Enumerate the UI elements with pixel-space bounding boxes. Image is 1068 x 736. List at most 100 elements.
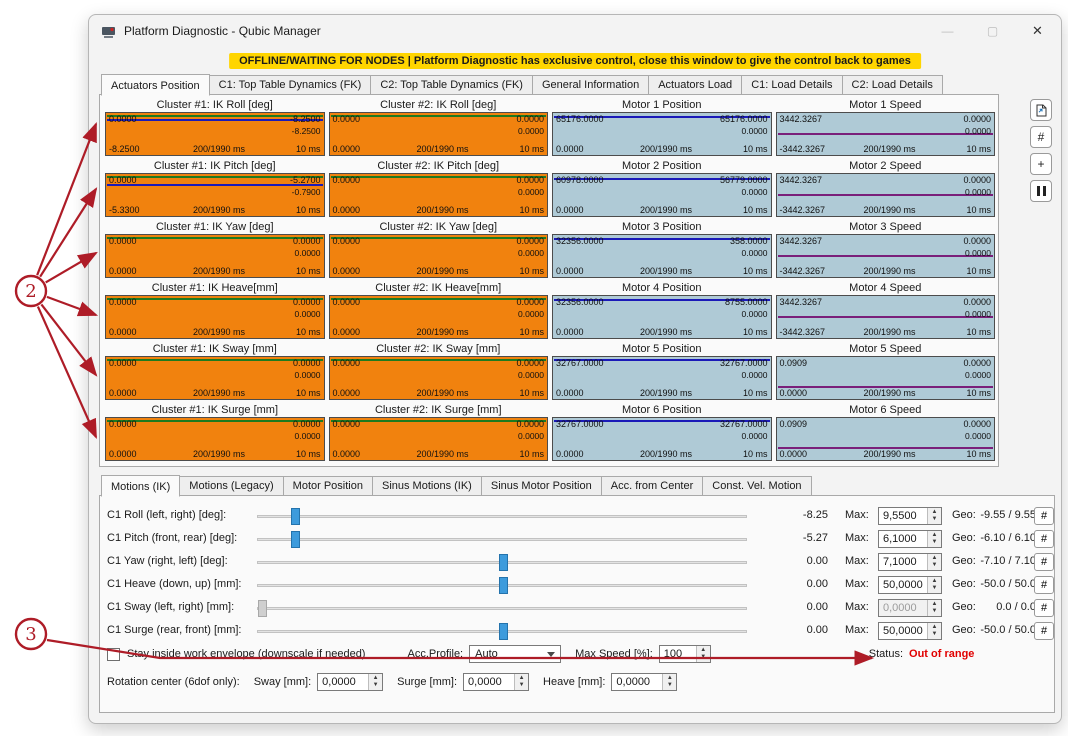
tab-motions-legacy[interactable]: Motions (Legacy) (179, 476, 283, 496)
slider-thumb[interactable] (258, 600, 267, 617)
tab-const-vel-motion[interactable]: Const. Vel. Motion (702, 476, 811, 496)
tab-actuators-position[interactable]: Actuators Position (101, 74, 210, 96)
plot-panel-motor-1-position[interactable]: 65176.000065176.00000.00000.0000200/1990… (552, 112, 772, 156)
spinner-up-icon[interactable]: ▲ (932, 579, 938, 584)
export-report-button[interactable] (1030, 99, 1052, 121)
rotation-spinner-sway-mm[interactable]: 0,0000▲▼ (317, 673, 383, 691)
plot-panel-cluster-2-ik-surge-mm[interactable]: 0.00000.00000.00000.0000200/1990 ms10 ms (329, 417, 549, 461)
spinner-up-icon[interactable]: ▲ (667, 676, 673, 681)
slider-thumb[interactable] (291, 531, 300, 548)
hash-button[interactable]: # (1034, 576, 1054, 594)
tab-c1-load-details[interactable]: C1: Load Details (741, 75, 842, 95)
tab-c2-top-table-dynamics-fk[interactable]: C2: Top Table Dynamics (FK) (370, 75, 533, 95)
spinner-down-icon[interactable]: ▼ (932, 609, 938, 614)
spinner-arrows[interactable]: ▲▼ (927, 600, 941, 616)
plot-panel-motor-6-speed[interactable]: 0.09090.00000.00000.0000200/1990 ms10 ms (776, 417, 996, 461)
spinner-up-icon[interactable]: ▲ (700, 648, 706, 653)
pause-button[interactable] (1030, 180, 1052, 202)
spinner-up-icon[interactable]: ▲ (519, 676, 525, 681)
hash-button[interactable]: # (1034, 553, 1054, 571)
spinner-down-icon[interactable]: ▼ (932, 517, 938, 522)
slider-thumb[interactable] (291, 508, 300, 525)
spinner-arrows[interactable]: ▲▼ (368, 674, 382, 690)
slider-thumb[interactable] (499, 623, 508, 640)
plot-panel-cluster-1-ik-heave-mm[interactable]: 0.00000.00000.00000.0000200/1990 ms10 ms (105, 295, 325, 339)
slider-track[interactable] (257, 538, 747, 541)
hash-button[interactable]: # (1034, 599, 1054, 617)
tab-acc-from-center[interactable]: Acc. from Center (601, 476, 704, 496)
plot-panel-cluster-1-ik-surge-mm[interactable]: 0.00000.00000.00000.0000200/1990 ms10 ms (105, 417, 325, 461)
plot-panel-motor-3-position[interactable]: 32356.0000358.00000.00000.0000200/1990 m… (552, 234, 772, 278)
max-spinner[interactable]: 0,0000▲▼ (878, 599, 942, 617)
spinner-arrows[interactable]: ▲▼ (662, 674, 676, 690)
spinner-arrows[interactable]: ▲▼ (696, 646, 710, 662)
max-spinner[interactable]: 9,5500▲▼ (878, 507, 942, 525)
slider-track[interactable] (257, 561, 747, 564)
slider-track[interactable] (257, 515, 747, 518)
spinner-down-icon[interactable]: ▼ (373, 683, 379, 688)
spinner-arrows[interactable]: ▲▼ (927, 508, 941, 524)
add-toolbar-button[interactable]: + (1030, 153, 1052, 175)
plot-panel-cluster-2-ik-pitch-deg[interactable]: 0.00000.00000.00000.0000200/1990 ms10 ms (329, 173, 549, 217)
spinner-down-icon[interactable]: ▼ (932, 632, 938, 637)
plot-panel-motor-4-speed[interactable]: 3442.32670.00000.0000-3442.3267200/1990 … (776, 295, 996, 339)
plot-panel-cluster-1-ik-yaw-deg[interactable]: 0.00000.00000.00000.0000200/1990 ms10 ms (105, 234, 325, 278)
max-spinner[interactable]: 50,0000▲▼ (878, 576, 942, 594)
spinner-up-icon[interactable]: ▲ (932, 510, 938, 515)
work-envelope-checkbox[interactable] (107, 648, 120, 661)
tab-general-information[interactable]: General Information (532, 75, 649, 95)
rotation-spinner-heave-mm[interactable]: 0,0000▲▼ (611, 673, 677, 691)
slider-track[interactable] (257, 607, 747, 610)
plot-panel-cluster-2-ik-yaw-deg[interactable]: 0.00000.00000.00000.0000200/1990 ms10 ms (329, 234, 549, 278)
tab-c2-load-details[interactable]: C2: Load Details (842, 75, 943, 95)
plot-panel-cluster-1-ik-roll-deg[interactable]: 0.0000-8.2500-8.2500-8.2500200/1990 ms10… (105, 112, 325, 156)
tab-sinus-motor-position[interactable]: Sinus Motor Position (481, 476, 602, 496)
plot-panel-motor-3-speed[interactable]: 3442.32670.00000.0000-3442.3267200/1990 … (776, 234, 996, 278)
plot-panel-motor-6-position[interactable]: 32767.000032767.00000.00000.0000200/1990… (552, 417, 772, 461)
tab-actuators-load[interactable]: Actuators Load (648, 75, 742, 95)
spinner-down-icon[interactable]: ▼ (932, 586, 938, 591)
tab-motions-ik[interactable]: Motions (IK) (101, 475, 180, 497)
max-spinner[interactable]: 7,1000▲▼ (878, 553, 942, 571)
plot-panel-motor-5-speed[interactable]: 0.09090.00000.00000.0000200/1990 ms10 ms (776, 356, 996, 400)
spinner-arrows[interactable]: ▲▼ (927, 554, 941, 570)
spinner-down-icon[interactable]: ▼ (932, 540, 938, 545)
spinner-down-icon[interactable]: ▼ (519, 683, 525, 688)
spinner-arrows[interactable]: ▲▼ (927, 531, 941, 547)
slider-thumb[interactable] (499, 577, 508, 594)
spinner-down-icon[interactable]: ▼ (932, 563, 938, 568)
slider-thumb[interactable] (499, 554, 508, 571)
close-button[interactable]: ✕ (1015, 16, 1060, 46)
minimize-button[interactable]: — (925, 16, 970, 46)
tab-motor-position[interactable]: Motor Position (283, 476, 373, 496)
plot-panel-cluster-2-ik-sway-mm[interactable]: 0.00000.00000.00000.0000200/1990 ms10 ms (329, 356, 549, 400)
tab-sinus-motions-ik[interactable]: Sinus Motions (IK) (372, 476, 482, 496)
hash-button[interactable]: # (1034, 507, 1054, 525)
plot-panel-cluster-2-ik-heave-mm[interactable]: 0.00000.00000.00000.0000200/1990 ms10 ms (329, 295, 549, 339)
spinner-down-icon[interactable]: ▼ (700, 655, 706, 660)
plot-panel-cluster-2-ik-roll-deg[interactable]: 0.00000.00000.00000.0000200/1990 ms10 ms (329, 112, 549, 156)
spinner-arrows[interactable]: ▲▼ (514, 674, 528, 690)
max-spinner[interactable]: 6,1000▲▼ (878, 530, 942, 548)
hash-toolbar-button[interactable]: # (1030, 126, 1052, 148)
spinner-up-icon[interactable]: ▲ (932, 625, 938, 630)
acc-profile-select[interactable]: Auto (469, 645, 561, 663)
slider-track[interactable] (257, 584, 747, 587)
max-speed-spinner[interactable]: 100 ▲▼ (659, 645, 711, 663)
tab-c1-top-table-dynamics-fk[interactable]: C1: Top Table Dynamics (FK) (209, 75, 372, 95)
spinner-down-icon[interactable]: ▼ (667, 683, 673, 688)
plot-panel-cluster-1-ik-pitch-deg[interactable]: 0.0000-5.2700-0.7900-5.3300200/1990 ms10… (105, 173, 325, 217)
spinner-up-icon[interactable]: ▲ (932, 602, 938, 607)
plot-panel-motor-2-speed[interactable]: 3442.32670.00000.0000-3442.3267200/1990 … (776, 173, 996, 217)
titlebar[interactable]: Platform Diagnostic - Qubic Manager — ▢ … (89, 15, 1061, 47)
spinner-up-icon[interactable]: ▲ (373, 676, 379, 681)
spinner-arrows[interactable]: ▲▼ (927, 577, 941, 593)
hash-button[interactable]: # (1034, 530, 1054, 548)
plot-panel-motor-5-position[interactable]: 32767.000032767.00000.00000.0000200/1990… (552, 356, 772, 400)
spinner-up-icon[interactable]: ▲ (932, 533, 938, 538)
spinner-up-icon[interactable]: ▲ (932, 556, 938, 561)
plot-panel-motor-1-speed[interactable]: 3442.32670.00000.0000-3442.3267200/1990 … (776, 112, 996, 156)
slider-track[interactable] (257, 630, 747, 633)
plot-panel-cluster-1-ik-sway-mm[interactable]: 0.00000.00000.00000.0000200/1990 ms10 ms (105, 356, 325, 400)
hash-button[interactable]: # (1034, 622, 1054, 640)
